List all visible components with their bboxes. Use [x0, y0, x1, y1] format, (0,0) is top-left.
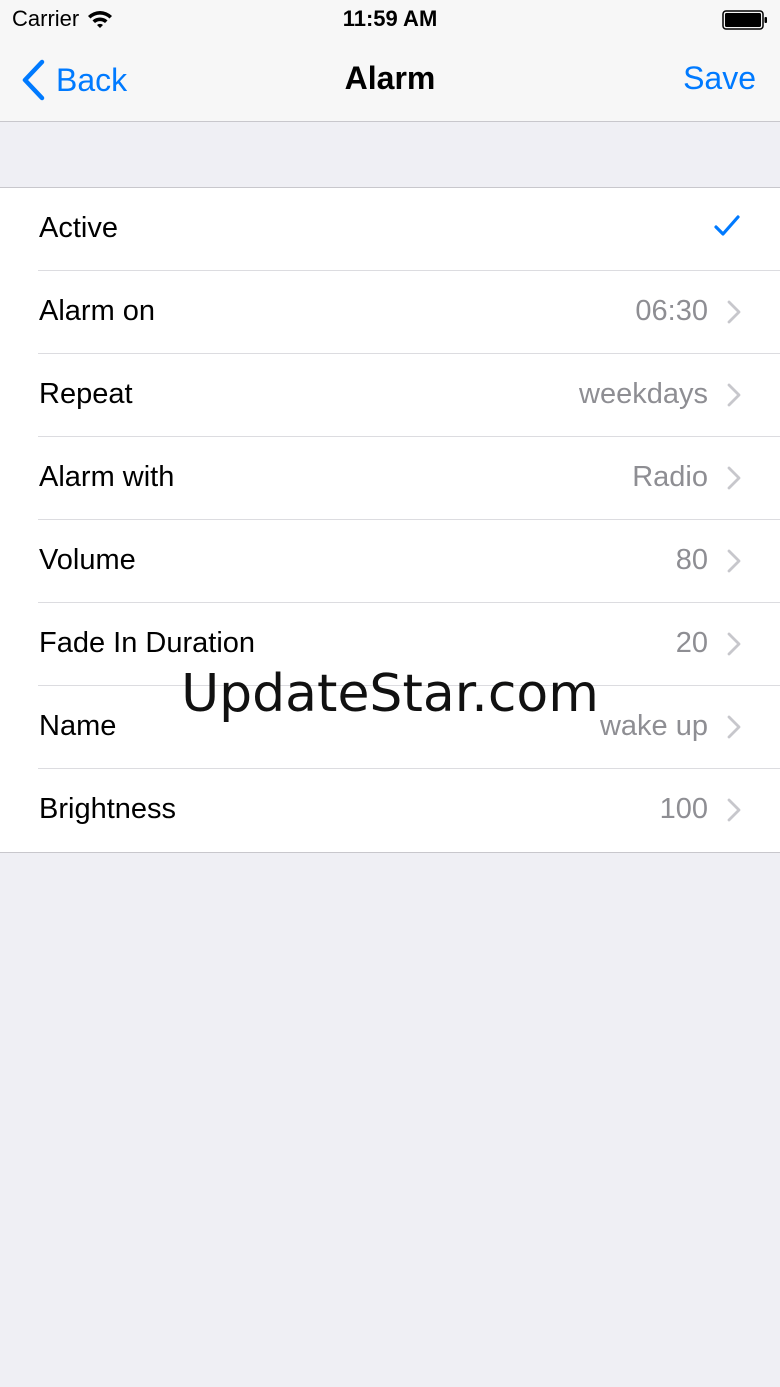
navigation-bar: Back Alarm Save — [0, 40, 780, 122]
setting-value: 100 — [659, 793, 708, 825]
chevron-right-icon — [727, 715, 741, 739]
chevron-right-icon — [727, 300, 741, 324]
chevron-right-icon — [727, 549, 741, 573]
setting-row-volume[interactable]: Volume 80 — [0, 520, 780, 603]
setting-row-repeat[interactable]: Repeat weekdays — [0, 354, 780, 437]
checkmark-icon — [714, 215, 740, 236]
setting-value: Radio — [632, 461, 708, 493]
setting-label: Repeat — [39, 378, 133, 410]
setting-label: Alarm with — [39, 461, 175, 493]
setting-value: 20 — [675, 627, 708, 659]
page-title: Alarm — [344, 60, 436, 96]
setting-value: wake up — [599, 710, 708, 742]
setting-label: Alarm on — [39, 295, 156, 327]
setting-label: Brightness — [39, 793, 177, 825]
setting-row-active[interactable]: Active — [0, 188, 780, 271]
chevron-right-icon — [727, 798, 741, 822]
setting-label: Active — [39, 212, 118, 244]
setting-row-alarm-on[interactable]: Alarm on 06:30 — [0, 271, 780, 354]
setting-row-fade-in-duration[interactable]: Fade In Duration 20 — [0, 603, 780, 686]
setting-label: Fade In Duration — [39, 627, 256, 659]
save-button[interactable]: Save — [683, 60, 756, 97]
setting-row-alarm-with[interactable]: Alarm with Radio — [0, 437, 780, 520]
chevron-right-icon — [727, 383, 741, 407]
setting-label: Volume — [39, 544, 136, 576]
status-time: 11:59 AM — [342, 6, 438, 31]
setting-label: Name — [39, 710, 117, 742]
setting-row-name[interactable]: Name wake up — [0, 686, 780, 769]
setting-row-brightness[interactable]: Brightness 100 — [0, 769, 780, 852]
setting-value: 80 — [675, 544, 708, 576]
setting-value: weekdays — [579, 378, 708, 410]
chevron-right-icon — [727, 632, 741, 656]
settings-list: Active Alarm on 06:30 Repeat weekdays Al… — [0, 187, 780, 853]
chevron-right-icon — [727, 466, 741, 490]
setting-value: 06:30 — [635, 295, 708, 327]
battery-icon — [722, 10, 767, 30]
status-bar: Carrier 11:59 AM — [0, 0, 780, 40]
